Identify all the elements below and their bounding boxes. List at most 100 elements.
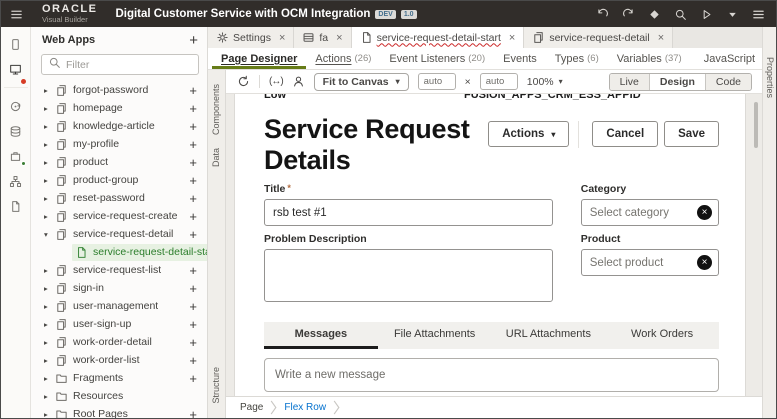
add-page-icon[interactable]: +: [189, 84, 197, 97]
business-objects-icon[interactable]: [4, 119, 28, 144]
redo-icon[interactable]: [622, 8, 635, 21]
chevron-down-icon[interactable]: ▾: [44, 230, 55, 239]
tree-item-service-request-detail-start[interactable]: service-request-detail-start: [31, 243, 207, 261]
source-view-icon[interactable]: [4, 194, 28, 219]
caret-down-icon[interactable]: [726, 8, 739, 21]
chevron-right-icon[interactable]: ▸: [44, 104, 55, 113]
close-icon[interactable]: ×: [658, 32, 664, 44]
subnav-actions[interactable]: Actions (26): [306, 48, 380, 69]
tree-item-product[interactable]: ▸ product +: [31, 153, 207, 171]
zoom-dropdown[interactable]: 100% ▾: [527, 76, 563, 88]
canvas-width-input[interactable]: [417, 73, 456, 90]
chevron-right-icon[interactable]: ▸: [44, 212, 55, 221]
tree-item-work-order-detail[interactable]: ▸ work-order-detail +: [31, 333, 207, 351]
chevron-right-icon[interactable]: ▸: [44, 374, 55, 383]
detail-tab-messages[interactable]: Messages: [264, 322, 378, 349]
product-select[interactable]: Select product ×: [580, 249, 719, 276]
mode-code-button[interactable]: Code: [704, 73, 751, 90]
chevron-right-icon[interactable]: ▸: [44, 356, 55, 365]
actions-button[interactable]: Actions ▾: [488, 121, 570, 147]
title-input[interactable]: [264, 199, 553, 226]
add-page-icon[interactable]: +: [189, 354, 197, 367]
subnav-variables[interactable]: Variables (37): [608, 48, 691, 69]
tab-service-request-detail[interactable]: service-request-detail ×: [524, 27, 674, 48]
subnav-types[interactable]: Types (6): [546, 48, 608, 69]
add-page-icon[interactable]: +: [189, 408, 197, 419]
refresh-icon[interactable]: [237, 75, 250, 88]
tree-item-service-request-detail[interactable]: ▾ service-request-detail +: [31, 225, 207, 243]
canvas-size-icon[interactable]: (↔): [269, 76, 284, 87]
canvas-height-input[interactable]: [479, 73, 518, 90]
tree-item-user-management[interactable]: ▸ user-management +: [31, 297, 207, 315]
clear-icon[interactable]: ×: [697, 205, 712, 220]
menu-icon[interactable]: [752, 8, 765, 21]
chevron-right-icon[interactable]: ▸: [44, 176, 55, 185]
add-page-icon[interactable]: +: [189, 156, 197, 169]
mobile-apps-icon[interactable]: [4, 32, 28, 57]
tab-properties[interactable]: Properties: [765, 57, 775, 98]
chevron-right-icon[interactable]: ▸: [44, 338, 55, 347]
breadcrumb-flex-row[interactable]: Flex Row: [284, 402, 326, 413]
services-icon[interactable]: [4, 144, 28, 169]
subnav-event-listeners[interactable]: Event Listeners (20): [380, 48, 494, 69]
web-apps-icon[interactable]: [3, 57, 28, 88]
close-icon[interactable]: ×: [279, 32, 285, 44]
breadcrumb-page[interactable]: Page: [240, 402, 263, 413]
tab-components[interactable]: Components: [211, 84, 221, 135]
canvas-scrollbar[interactable]: [754, 102, 758, 148]
clear-icon[interactable]: ×: [697, 255, 712, 270]
detail-tab-url-attachments[interactable]: URL Attachments: [492, 322, 606, 349]
chevron-right-icon[interactable]: ▸: [44, 302, 55, 311]
fit-to-canvas-dropdown[interactable]: Fit to Canvas ▾: [313, 72, 409, 91]
add-web-app-icon[interactable]: +: [189, 33, 198, 48]
chevron-right-icon[interactable]: ▸: [44, 320, 55, 329]
subnav-page-designer[interactable]: Page Designer: [212, 48, 307, 69]
mode-design-button[interactable]: Design: [648, 73, 705, 90]
tab-Settings[interactable]: Settings ×: [208, 27, 295, 48]
tab-data[interactable]: Data: [211, 148, 221, 167]
add-page-icon[interactable]: +: [189, 336, 197, 349]
diamond-icon[interactable]: [648, 8, 661, 21]
add-page-icon[interactable]: +: [189, 228, 197, 241]
tree-item-Resources[interactable]: ▸ Resources: [31, 387, 207, 405]
tree-item-my-profile[interactable]: ▸ my-profile +: [31, 135, 207, 153]
add-page-icon[interactable]: +: [189, 210, 197, 223]
chevron-right-icon[interactable]: ▸: [44, 266, 55, 275]
close-icon[interactable]: ×: [336, 32, 342, 44]
add-page-icon[interactable]: +: [189, 372, 197, 385]
add-page-icon[interactable]: +: [189, 282, 197, 295]
add-page-icon[interactable]: +: [189, 300, 197, 313]
menu-icon[interactable]: [10, 8, 28, 21]
tree-item-homepage[interactable]: ▸ homepage +: [31, 99, 207, 117]
filter-input[interactable]: [66, 58, 192, 71]
tree-item-user-sign-up[interactable]: ▸ user-sign-up +: [31, 315, 207, 333]
add-page-icon[interactable]: +: [189, 192, 197, 205]
chevron-right-icon[interactable]: ▸: [44, 122, 55, 131]
dependencies-icon[interactable]: [4, 169, 28, 194]
tree-item-Fragments[interactable]: ▸ Fragments +: [31, 369, 207, 387]
play-icon[interactable]: [700, 8, 713, 21]
add-page-icon[interactable]: +: [189, 102, 197, 115]
subnav-javascript[interactable]: JavaScript: [695, 48, 764, 69]
add-page-icon[interactable]: +: [189, 138, 197, 151]
add-page-icon[interactable]: +: [189, 174, 197, 187]
tree-item-service-request-list[interactable]: ▸ service-request-list +: [31, 261, 207, 279]
add-page-icon[interactable]: +: [189, 120, 197, 133]
tree-item-Root Pages[interactable]: ▸ Root Pages +: [31, 405, 207, 418]
user-persona-icon[interactable]: [292, 75, 305, 88]
processes-icon[interactable]: [4, 94, 28, 119]
detail-tab-work-orders[interactable]: Work Orders: [605, 322, 719, 349]
category-select[interactable]: Select category ×: [580, 199, 719, 226]
chevron-right-icon[interactable]: ▸: [44, 410, 55, 419]
tab-structure[interactable]: Structure: [211, 367, 221, 404]
add-page-icon[interactable]: +: [189, 264, 197, 277]
chevron-right-icon[interactable]: ▸: [44, 86, 55, 95]
chevron-right-icon[interactable]: ▸: [44, 392, 55, 401]
tree-item-work-order-list[interactable]: ▸ work-order-list +: [31, 351, 207, 369]
description-textarea[interactable]: [264, 249, 553, 302]
save-button[interactable]: Save: [664, 121, 719, 147]
subnav-events[interactable]: Events: [494, 48, 546, 69]
new-message-input[interactable]: [275, 369, 708, 381]
chevron-right-icon[interactable]: ▸: [44, 158, 55, 167]
tree-item-product-group[interactable]: ▸ product-group +: [31, 171, 207, 189]
